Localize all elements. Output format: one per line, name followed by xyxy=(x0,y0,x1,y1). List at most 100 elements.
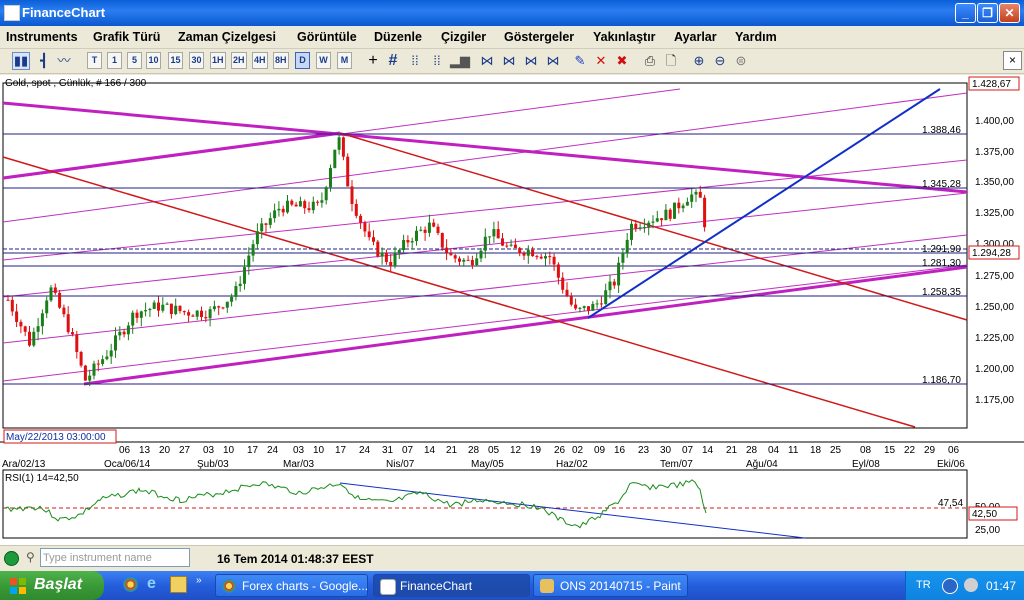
volume-icon[interactable]: ▂▆ xyxy=(450,52,470,70)
scroll-right-icon[interactable]: ⁞⁞ xyxy=(428,52,446,70)
candle-body xyxy=(419,229,423,231)
chart-area[interactable]: Gold, spot , Günlük, # 166 / 300 1.388,4… xyxy=(0,75,1024,545)
level-label: 1.186,70 xyxy=(922,375,961,386)
candle-body xyxy=(660,218,664,221)
candle-body xyxy=(595,303,599,305)
candle-body xyxy=(569,296,573,305)
menu-zoom[interactable]: Yakınlaştır xyxy=(593,30,656,44)
zoom-out-icon[interactable]: ⊖ xyxy=(711,52,729,70)
candle-body xyxy=(402,240,406,251)
trendline-1-icon[interactable]: ⋈ xyxy=(478,52,496,70)
chart-close-button[interactable]: × xyxy=(1003,51,1022,70)
title-bar: FinanceChart _ ❐ ✕ xyxy=(0,0,1024,26)
timeframe-2h[interactable]: 2H xyxy=(231,52,247,69)
task-financechart[interactable]: FinanceChart xyxy=(373,574,530,597)
month-label: Nis/07 xyxy=(386,459,415,470)
candle-body xyxy=(432,222,436,227)
price-axis: 1.400,00 1.375,00 1.350,00 1.325,00 1.30… xyxy=(975,116,1014,406)
candle-body xyxy=(642,227,646,229)
day-tick: 23 xyxy=(638,445,650,456)
menu-instruments[interactable]: Instruments xyxy=(6,30,78,44)
language-indicator[interactable]: TR xyxy=(916,579,931,591)
trendline-4-icon[interactable]: ⋈ xyxy=(544,52,562,70)
bar-chart-icon[interactable]: ┫ xyxy=(35,52,53,70)
volume-tray-icon[interactable] xyxy=(964,578,978,592)
timeframe-4h[interactable]: 4H xyxy=(252,52,268,69)
candle-body xyxy=(88,375,92,381)
candle-body xyxy=(187,312,191,316)
task-paint[interactable]: ONS 20140715 - Paint xyxy=(533,574,688,597)
timeframe-10[interactable]: 10 xyxy=(146,52,161,69)
network-icon[interactable] xyxy=(942,578,958,594)
timeframe-5[interactable]: 5 xyxy=(127,52,142,69)
candle-body xyxy=(651,221,655,223)
menu-lines[interactable]: Çizgiler xyxy=(441,30,486,44)
timeframe-weekly[interactable]: W xyxy=(316,52,331,69)
menu-bar: Instruments Grafik Türü Zaman Çizelgesi … xyxy=(0,26,1024,49)
timeframe-monthly[interactable]: M xyxy=(337,52,352,69)
candle-body xyxy=(71,332,74,335)
candlestick-chart-icon[interactable]: ▮▮ xyxy=(12,52,30,70)
candle-body xyxy=(406,240,410,243)
quicklaunch-expand-icon[interactable]: » xyxy=(196,575,202,586)
candle-body xyxy=(148,308,152,311)
price-tick: 1.200,00 xyxy=(975,364,1014,375)
menu-help[interactable]: Yardım xyxy=(735,30,777,44)
print-preview-icon[interactable]: 🗋 xyxy=(662,52,680,70)
timeframe-1h[interactable]: 1H xyxy=(210,52,226,69)
timeframe-30[interactable]: 30 xyxy=(189,52,204,69)
timeframe-daily[interactable]: D xyxy=(295,52,310,69)
instrument-search-input[interactable]: Type instrument name xyxy=(40,548,190,567)
line-chart-icon[interactable]: 〰 xyxy=(55,52,73,70)
folder-quicklaunch-icon[interactable] xyxy=(170,576,187,593)
menu-edit[interactable]: Düzenle xyxy=(374,30,422,44)
candle-body xyxy=(582,306,586,308)
candle-body xyxy=(341,137,345,157)
maximize-button[interactable]: ❐ xyxy=(977,3,998,23)
day-tick: 20 xyxy=(159,445,171,456)
trendline-3-icon[interactable]: ⋈ xyxy=(522,52,540,70)
zoom-in-icon[interactable]: ⊕ xyxy=(690,52,708,70)
timeframe-1[interactable]: 1 xyxy=(107,52,122,69)
task-chrome[interactable]: Forex charts - Google... xyxy=(215,574,368,597)
minimize-button[interactable]: _ xyxy=(955,3,976,23)
scroll-left-icon[interactable]: ⁞⁞ xyxy=(406,52,424,70)
menu-indicators[interactable]: Göstergeler xyxy=(504,30,574,44)
delete-line-icon[interactable]: ✕ xyxy=(592,52,610,70)
ie-quicklaunch-icon[interactable]: e xyxy=(147,575,156,593)
start-button[interactable]: Başlat xyxy=(0,571,104,600)
menu-timeframe[interactable]: Zaman Çizelgesi xyxy=(178,30,276,44)
candle-body xyxy=(488,236,492,238)
grid-icon[interactable]: # xyxy=(384,52,402,70)
zoom-reset-icon[interactable]: ⊜ xyxy=(732,52,750,70)
menu-chart-type[interactable]: Grafik Türü xyxy=(93,30,160,44)
candle-body xyxy=(363,222,367,232)
rsi-panel-frame xyxy=(2,469,968,539)
candle-body xyxy=(415,230,418,242)
print-icon[interactable]: ⎙ xyxy=(641,52,659,70)
level-label: 1.291,90 xyxy=(922,244,961,255)
candle-body xyxy=(694,191,698,195)
candle-body xyxy=(496,229,500,239)
candle-body xyxy=(49,287,53,301)
day-tick: 19 xyxy=(530,445,542,456)
trendline-2-icon[interactable]: ⋈ xyxy=(500,52,518,70)
candle-body xyxy=(466,259,470,261)
timeframe-8h[interactable]: 8H xyxy=(273,52,289,69)
timeframe-15[interactable]: 15 xyxy=(168,52,183,69)
chrome-quicklaunch-icon[interactable] xyxy=(123,577,138,592)
rsi-current-tag: 42,50 xyxy=(972,509,997,520)
price-chart-svg[interactable]: Gold, spot , Günlük, # 166 / 300 1.388,4… xyxy=(0,75,1024,545)
candle-body xyxy=(354,203,358,216)
candle-body xyxy=(505,245,509,247)
candle-body xyxy=(200,310,203,318)
draw-pen-icon[interactable]: ✎ xyxy=(571,52,589,70)
timeframe-tick[interactable]: T xyxy=(87,52,102,69)
menu-view[interactable]: Görüntüle xyxy=(297,30,357,44)
close-button[interactable]: ✕ xyxy=(999,3,1020,23)
candle-body xyxy=(703,197,707,228)
delete-all-icon[interactable]: ✖ xyxy=(613,52,631,70)
candle-body xyxy=(552,256,556,265)
crosshair-icon[interactable]: + xyxy=(364,52,382,70)
menu-settings[interactable]: Ayarlar xyxy=(674,30,717,44)
